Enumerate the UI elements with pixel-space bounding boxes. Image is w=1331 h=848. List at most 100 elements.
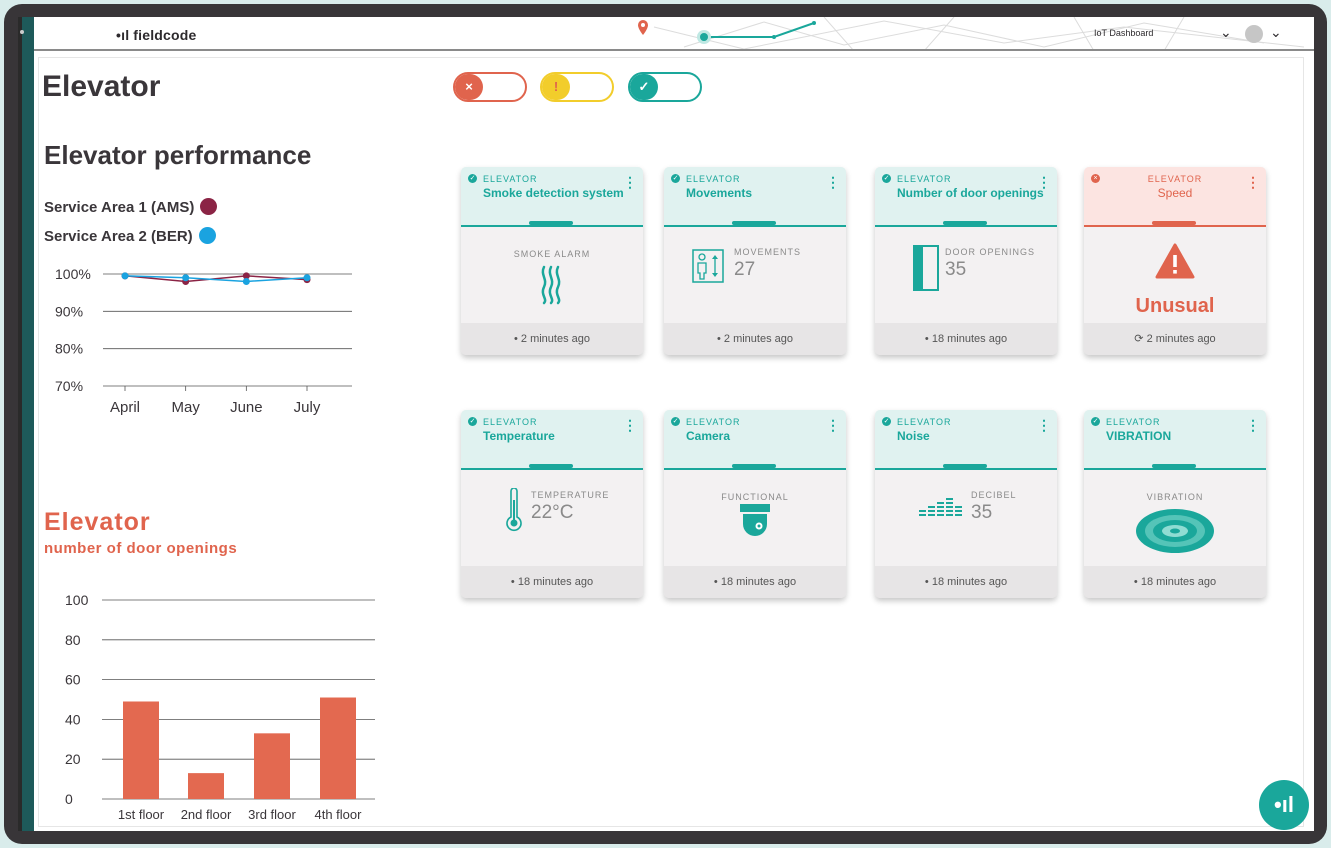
more-options-icon[interactable]: ⋮	[826, 175, 840, 189]
more-options-icon[interactable]: ⋮	[1037, 175, 1051, 189]
card-footer: ⟳ 2 minutes ago	[1084, 323, 1266, 355]
top-bar: •ıl fieldcode IoT Dashboard ⌄ ⌄	[34, 17, 1314, 51]
legend-dot-ams	[200, 198, 218, 215]
filter-toggle-ok[interactable]: ✓	[628, 72, 702, 102]
more-options-icon[interactable]: ⋮	[623, 418, 637, 432]
card-footer: • 18 minutes ago	[461, 566, 643, 598]
card-vibration[interactable]: ✓ ELEVATOR VIBRATION ⋮ VIBRATION • 18 mi…	[1084, 410, 1266, 598]
card-footer: • 18 minutes ago	[1084, 566, 1266, 598]
card-header: ✓ ELEVATOR Noise ⋮	[875, 410, 1057, 470]
metric-label: TEMPERATURE	[531, 490, 610, 500]
logo-text: fieldcode	[133, 27, 197, 43]
metric-value: 35	[945, 259, 967, 280]
x-tick-label: June	[230, 399, 263, 416]
warning-icon	[1155, 243, 1195, 279]
card-title: Noise	[897, 429, 930, 443]
smoke-icon	[541, 265, 561, 305]
bar	[320, 697, 356, 799]
card-movements[interactable]: ✓ ELEVATOR Movements ⋮ MOVEMENTS 27 • 2 …	[664, 167, 846, 355]
card-header-bar	[732, 221, 776, 225]
card-footer: • 2 minutes ago	[664, 323, 846, 355]
camera-icon	[740, 504, 770, 536]
door-chart-title: Elevator	[44, 508, 151, 536]
card-noise[interactable]: ✓ ELEVATOR Noise ⋮ DECIBEL 35 • 18 minut…	[875, 410, 1057, 598]
updated-time: 18 minutes ago	[931, 576, 1008, 588]
bar	[254, 733, 290, 799]
status-check-icon: ✓	[468, 174, 477, 183]
metric-value: 35	[971, 502, 993, 523]
chevron-down-icon[interactable]: ⌄	[1220, 24, 1232, 41]
more-options-icon[interactable]: ⋮	[623, 175, 637, 189]
metric-label: MOVEMENTS	[734, 247, 802, 257]
card-title: Smoke detection system	[483, 186, 624, 200]
performance-line-chart: 100% 90% 80% 70% April May June July	[55, 266, 352, 416]
performance-title: Elevator performance	[44, 140, 312, 170]
card-header-bar	[1152, 464, 1196, 468]
data-point	[303, 274, 311, 282]
updated-time: 2 minutes ago	[520, 333, 591, 345]
card-header-bar	[732, 464, 776, 468]
card-door-openings[interactable]: ✓ ELEVATOR Number of door openings ⋮ DOO…	[875, 167, 1057, 355]
more-options-icon[interactable]: ⋮	[1246, 175, 1260, 189]
alert-status-text: Unusual	[1135, 295, 1215, 317]
more-options-icon[interactable]: ⋮	[1037, 418, 1051, 432]
brand-logo[interactable]: •ıl fieldcode	[116, 27, 197, 43]
page-title: Elevator	[42, 70, 161, 103]
logo-mark: •ıl	[116, 27, 130, 43]
card-category: ELEVATOR	[483, 417, 538, 427]
metric-label: DECIBEL	[971, 490, 1017, 500]
data-point	[121, 272, 129, 280]
updated-time: 18 minutes ago	[517, 576, 594, 588]
card-header: × ELEVATOR Speed ⋮	[1084, 167, 1266, 227]
card-title: Number of door openings	[897, 186, 1044, 200]
fieldcode-assistant-button[interactable]: •ıl	[1259, 780, 1309, 830]
x-tick-label: 3rd floor	[248, 807, 296, 822]
legend-label-ber: Service Area 2 (BER)	[44, 228, 193, 245]
card-title: Camera	[686, 429, 731, 443]
metric-value: 27	[734, 259, 756, 280]
card-category: ELEVATOR	[1106, 417, 1161, 427]
x-tick-label: May	[171, 399, 200, 416]
dashboard-select[interactable]: IoT Dashboard	[1094, 28, 1153, 38]
user-avatar-icon[interactable]	[1245, 25, 1263, 43]
card-body: FUNCTIONAL	[664, 472, 846, 566]
card-header-bar	[529, 221, 573, 225]
y-tick-label: 0	[65, 791, 73, 807]
data-point	[242, 277, 250, 285]
card-header: ✓ ELEVATOR Temperature ⋮	[461, 410, 643, 470]
filter-toggle-warning[interactable]: !	[540, 72, 614, 102]
door-icon	[913, 245, 939, 291]
legend-dot-ber	[198, 227, 216, 244]
card-speed[interactable]: × ELEVATOR Speed ⋮ Unusual ⟳ 2 minutes a…	[1084, 167, 1266, 355]
card-body: DOOR OPENINGS 35	[875, 229, 1057, 323]
card-category: ELEVATOR	[686, 174, 741, 184]
more-options-icon[interactable]: ⋮	[1246, 418, 1260, 432]
card-camera[interactable]: ✓ ELEVATOR Camera ⋮ FUNCTIONAL • 18 minu…	[664, 410, 846, 598]
status-check-icon: ✓	[882, 174, 891, 183]
card-header-bar	[1152, 221, 1196, 225]
updated-time: 18 minutes ago	[1140, 576, 1217, 588]
metric-label: SMOKE ALARM	[513, 249, 591, 259]
y-tick-label: 40	[65, 711, 81, 727]
elevator-movement-icon	[692, 249, 724, 283]
metric-label: VIBRATION	[1146, 492, 1204, 502]
user-menu-chevron-icon[interactable]: ⌄	[1270, 24, 1282, 41]
card-smoke-detection[interactable]: ✓ ELEVATOR Smoke detection system ⋮ SMOK…	[461, 167, 643, 355]
refresh-icon[interactable]: ⟳	[1134, 333, 1143, 345]
door-chart-subtitle: number of door openings	[44, 540, 238, 557]
status-check-icon: ✓	[671, 174, 680, 183]
card-body: VIBRATION	[1084, 472, 1266, 566]
more-options-icon[interactable]: ⋮	[826, 418, 840, 432]
bar	[123, 701, 159, 799]
map-background	[638, 17, 1305, 49]
bar	[188, 773, 224, 799]
card-body: SMOKE ALARM	[461, 229, 643, 323]
y-tick-label: 100	[65, 592, 89, 608]
legend-label-ams: Service Area 1 (AMS)	[44, 199, 195, 216]
card-header-bar	[943, 464, 987, 468]
filter-toggle-error[interactable]: ×	[453, 72, 527, 102]
card-temperature[interactable]: ✓ ELEVATOR Temperature ⋮ TEMPERATURE 22°…	[461, 410, 643, 598]
exclamation-icon: !	[542, 74, 570, 100]
card-category: ELEVATOR	[483, 174, 538, 184]
equalizer-icon	[919, 498, 962, 516]
